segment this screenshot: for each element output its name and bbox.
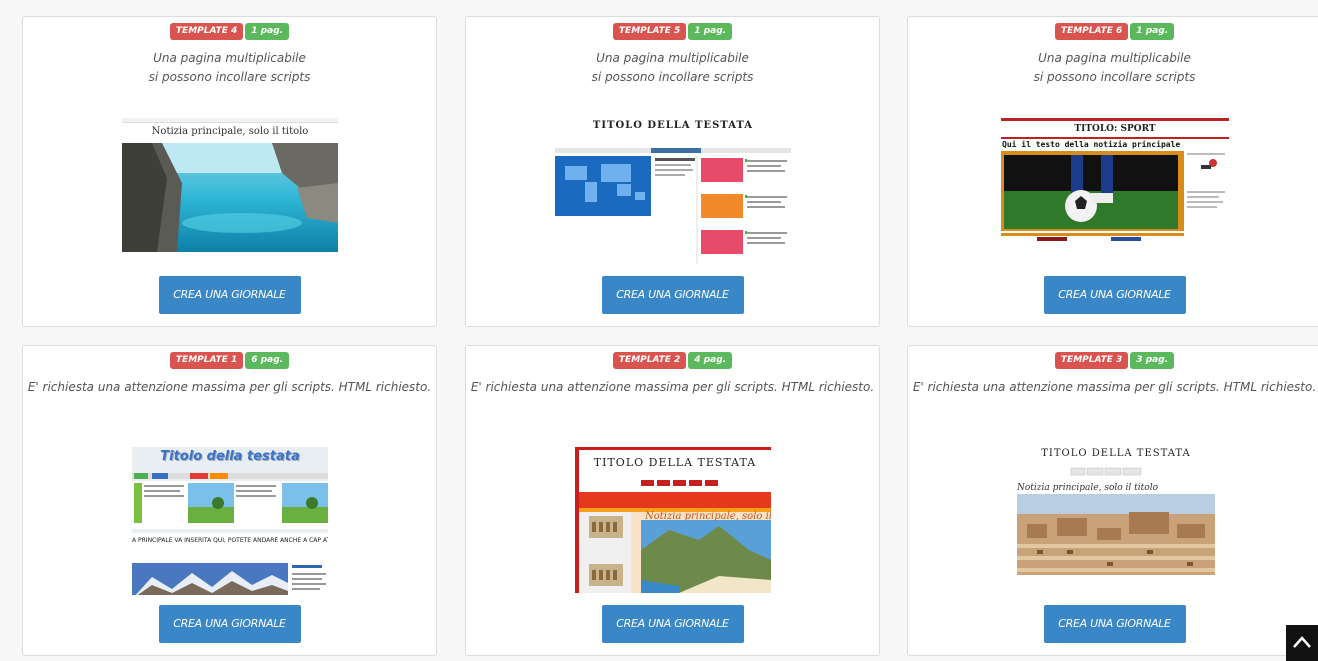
pages-badge: 6 pag. — [245, 352, 290, 369]
card-badges: TEMPLATE 6 1 pag. — [908, 23, 1318, 40]
template-card-3: TEMPLATE 3 3 pag. E' richiesta una atten… — [907, 345, 1318, 656]
preview-headline: Qui il testo della notizia principale — [1002, 140, 1181, 149]
preview-photo-sea — [122, 143, 338, 252]
preview-masthead: TITOLO: SPORT — [1074, 124, 1156, 134]
preview-masthead: TITOLO DELLA TESTATA — [592, 120, 754, 131]
chevron-up-icon — [1293, 636, 1311, 648]
preview-headline: Notizia principale, solo il — [645, 511, 771, 522]
pages-badge: 3 pag. — [1130, 352, 1175, 369]
template-description: E' richiesta una attenzione massima per … — [27, 380, 432, 394]
pages-badge: 4 pag. — [688, 352, 733, 369]
preview-nav — [1070, 467, 1142, 476]
preview-layout-colosseum — [579, 480, 771, 593]
template-preview[interactable]: TITOLO DELLA TESTATA Notizia principale,… — [1017, 447, 1215, 575]
template-description: Una pagina multiplicabile si possono inc… — [148, 51, 311, 84]
card-badges: TEMPLATE 1 6 pag. — [23, 352, 436, 369]
create-newspaper-button[interactable]: CREA UNA GIORNALE — [158, 605, 301, 643]
preview-masthead: Titolo della testata — [160, 449, 300, 464]
template-card-6: TEMPLATE 6 1 pag. Una pagina multiplicab… — [907, 16, 1318, 327]
template-badge: TEMPLATE 2 — [612, 352, 687, 369]
preview-photo-city — [1017, 494, 1215, 575]
create-newspaper-button[interactable]: CREA UNA GIORNALE — [601, 605, 744, 643]
preview-headline: Notizia principale, solo il titolo — [1017, 483, 1158, 493]
template-badge: TEMPLATE 5 — [612, 23, 687, 40]
preview-layout-world — [555, 148, 791, 264]
preview-layout-landscapes — [132, 473, 328, 529]
template-card-1: TEMPLATE 1 6 pag. E' richiesta una atten… — [22, 345, 437, 656]
create-newspaper-button[interactable]: CREA UNA GIORNALE — [1043, 605, 1186, 643]
template-description: E' richiesta una attenzione massima per … — [470, 380, 875, 394]
template-description: Una pagina multiplicabile si possono inc… — [1033, 51, 1196, 84]
template-card-4: TEMPLATE 4 1 pag. Una pagina multiplicab… — [22, 16, 437, 327]
template-description: Una pagina multiplicabile si possono inc… — [591, 51, 754, 84]
create-newspaper-button[interactable]: CREA UNA GIORNALE — [158, 276, 301, 314]
template-badge: TEMPLATE 1 — [169, 352, 244, 369]
template-preview[interactable]: Titolo della testata A PRINCIPALE VA INS… — [132, 447, 328, 595]
card-badges: TEMPLATE 3 3 pag. — [908, 352, 1318, 369]
create-newspaper-button[interactable]: CREA UNA GIORNALE — [1043, 276, 1186, 314]
pages-badge: 1 pag. — [245, 23, 290, 40]
card-badges: TEMPLATE 4 1 pag. — [23, 23, 436, 40]
card-badges: TEMPLATE 5 1 pag. — [466, 23, 879, 40]
preview-masthead: TITOLO DELLA TESTATA — [1041, 448, 1191, 459]
template-grid: TEMPLATE 4 1 pag. Una pagina multiplicab… — [0, 0, 1318, 661]
pages-badge: 1 pag. — [688, 23, 733, 40]
scroll-top-button[interactable] — [1286, 625, 1318, 661]
preview-body-text: A PRINCIPALE VA INSERITA QUI, POTETE AND… — [132, 533, 328, 563]
preview-masthead: TITOLO DELLA TESTATA — [593, 456, 757, 469]
template-badge: TEMPLATE 4 — [169, 23, 244, 40]
preview-photo-soccer — [1001, 151, 1225, 241]
create-newspaper-button[interactable]: CREA UNA GIORNALE — [601, 276, 744, 314]
card-badges: TEMPLATE 2 4 pag. — [466, 352, 879, 369]
template-card-2: TEMPLATE 2 4 pag. E' richiesta una atten… — [465, 345, 880, 656]
template-preview[interactable]: TITOLO: SPORT Qui il testo della notizia… — [1001, 118, 1229, 246]
pages-badge: 1 pag. — [1130, 23, 1175, 40]
template-preview[interactable]: TITOLO DELLA TESTATA — [575, 447, 771, 593]
template-preview[interactable]: TITOLO DELLA TESTATA — [555, 118, 791, 264]
template-badge: TEMPLATE 6 — [1054, 23, 1129, 40]
template-card-5: TEMPLATE 5 1 pag. Una pagina multiplicab… — [465, 16, 880, 327]
preview-headline: Notizia principale, solo il titolo — [151, 126, 309, 137]
template-description: E' richiesta una attenzione massima per … — [912, 380, 1317, 394]
template-badge: TEMPLATE 3 — [1054, 352, 1129, 369]
preview-photo-mountains — [132, 563, 328, 595]
template-preview[interactable]: Notizia principale, solo il titolo — [122, 118, 338, 252]
